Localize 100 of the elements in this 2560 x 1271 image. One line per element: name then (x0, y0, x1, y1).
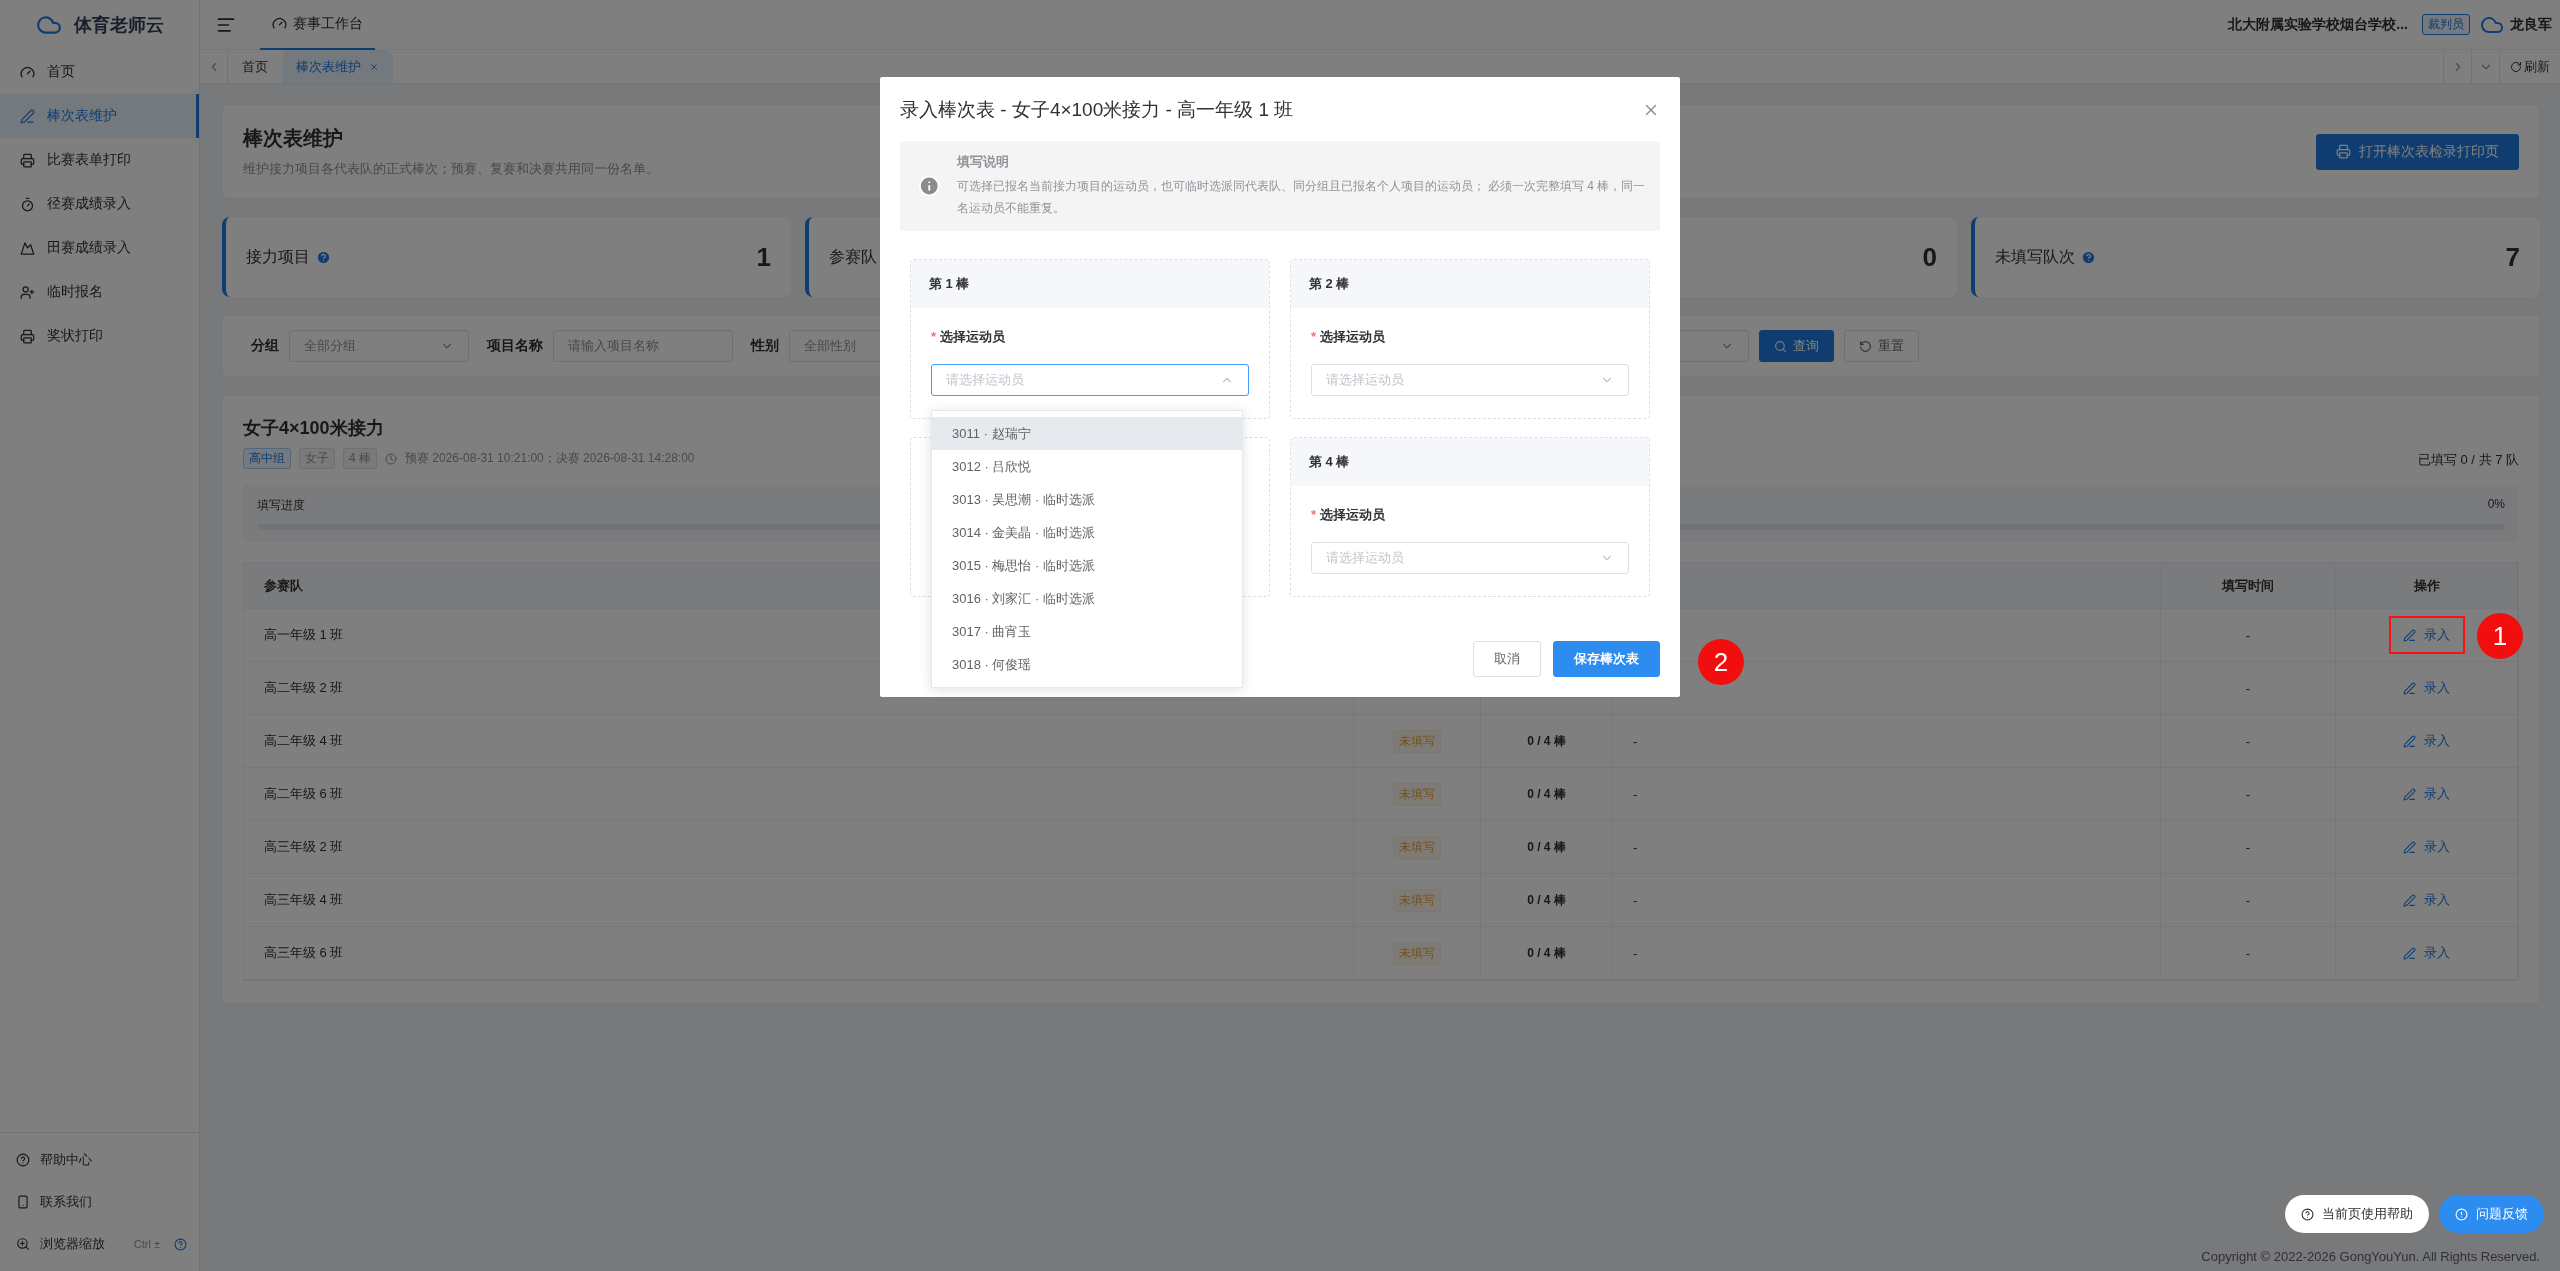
status-tag: 未填写 (1393, 729, 1441, 753)
alert-icon (2455, 1207, 2468, 1221)
cancel-button[interactable]: 取消 (1473, 641, 1541, 677)
enter-link[interactable]: 录入 (2397, 622, 2456, 648)
sidebar-item[interactable]: 径赛成绩录入 (0, 182, 199, 226)
sidebar-link-label: 帮助中心 (40, 1151, 92, 1169)
filter-label: 分组 (251, 337, 279, 355)
search-icon (1774, 339, 1787, 353)
status-tag: 未填写 (1393, 888, 1441, 912)
printer-icon (2336, 144, 2351, 159)
table-cell: 0 / 4 棒 (1527, 785, 1566, 803)
table-cell: - (2245, 945, 2251, 961)
enter-link[interactable]: 录入 (2397, 887, 2456, 913)
table-cell: - (1633, 733, 1638, 749)
mountain-icon (20, 240, 35, 256)
reset-button[interactable]: 重置 (1844, 330, 1919, 362)
enter-link[interactable]: 录入 (2397, 940, 2456, 966)
help-icon[interactable] (2081, 249, 2096, 265)
table-cell: - (1633, 945, 1638, 961)
timer-icon (20, 196, 35, 212)
progress-label: 填写进度 (257, 497, 305, 514)
table-cell: 0 / 4 棒 (1527, 838, 1566, 856)
pen-icon (2403, 946, 2416, 960)
table-cell: - (2245, 627, 2251, 643)
brand-name: 体育老师云 (73, 14, 164, 37)
help-icon[interactable] (316, 249, 331, 265)
table-cell: 0 / 4 棒 (1527, 944, 1566, 962)
table-cell: - (2245, 892, 2251, 908)
clock-icon (385, 452, 397, 465)
user-name[interactable]: 龙良军 (2510, 15, 2552, 34)
search-button[interactable]: 查询 (1759, 330, 1834, 362)
column-header: 操作 (2336, 563, 2518, 609)
page-title: 棒次表维护 (243, 126, 344, 151)
help-icon (16, 1153, 30, 1167)
dashboard-icon (20, 64, 35, 80)
refresh-button[interactable]: 刷新 (2499, 50, 2560, 83)
notice-title: 填写说明 (956, 153, 1010, 171)
stat-label: 参赛队 (829, 246, 877, 267)
sidebar-item[interactable]: 田赛成绩录入 (0, 226, 199, 270)
sidebar-link[interactable]: 帮助中心 (0, 1139, 199, 1181)
sidebar-item[interactable]: 比赛表单打印 (0, 138, 199, 182)
stat-value: 7 (2505, 241, 2520, 273)
sidebar-link[interactable]: 联系我们 (0, 1181, 199, 1223)
sidebar-item[interactable]: 奖状打印 (0, 314, 199, 358)
pen-icon (2403, 681, 2416, 695)
stat-label: 未填写队次 (1995, 246, 2075, 267)
dropdown-option[interactable]: 3011 · 赵瑞宁 (932, 417, 1242, 450)
event-title: 女子4×100米接力 (243, 417, 385, 440)
sidebar-link-label: 联系我们 (40, 1193, 92, 1211)
dropdown-option[interactable]: 3012 · 吕欣悦 (932, 450, 1242, 483)
help-icon (174, 1237, 187, 1251)
dropdown-option[interactable]: 3016 · 刘家汇 · 临时选派 (932, 582, 1242, 615)
table-cell: - (1633, 892, 1638, 908)
enter-link[interactable]: 录入 (2397, 781, 2456, 807)
copyright: Copyright © 2022-2026 GongYouYun. All Rights Reserved. (2200, 1247, 2541, 1266)
table-cell: - (1633, 786, 1638, 802)
refresh-icon (2510, 60, 2522, 73)
enter-link[interactable]: 录入 (2397, 728, 2456, 754)
dashboard-icon (272, 16, 287, 31)
column-header: 填写时间 (2161, 563, 2336, 609)
sidebar-item[interactable]: 首页 (0, 50, 199, 94)
save-button[interactable]: 保存棒次表 (1553, 641, 1660, 677)
table-cell: 高三年级 6 班 (244, 927, 1354, 980)
feedback-button[interactable]: 问题反馈 (2439, 1195, 2544, 1233)
leg-title: 第 2 棒 (1309, 275, 1350, 293)
pen-icon (2403, 840, 2416, 854)
field-label: * 选择运动员 (1311, 506, 1387, 524)
pen-icon (20, 108, 35, 124)
enter-link[interactable]: 录入 (2397, 834, 2456, 860)
sidebar-link-label: 浏览器缩放 (40, 1235, 105, 1253)
page-tab[interactable]: 首页 (228, 50, 282, 83)
field-label: * 选择运动员 (1311, 328, 1387, 346)
table-cell: 0 / 4 棒 (1527, 732, 1566, 750)
info-icon (918, 173, 941, 199)
table-cell: 高三年级 2 班 (244, 821, 1354, 874)
filter-label: 性别 (751, 337, 779, 355)
sidebar-item[interactable]: 棒次表维护 (0, 94, 199, 138)
page-help-button[interactable]: 当前页使用帮助 (2285, 1195, 2429, 1233)
enter-link[interactable]: 录入 (2397, 675, 2456, 701)
close-icon[interactable] (369, 61, 379, 72)
print-button[interactable]: 打开棒次表检录打印页 (2316, 133, 2519, 170)
fill-summary: 已填写 0 / 共 7 队 (2417, 451, 2519, 469)
dropdown-option[interactable]: 3017 · 曲宵玉 (932, 615, 1242, 648)
step-marker: 1 (2477, 613, 2523, 659)
sidebar-item[interactable]: 临时报名 (0, 270, 199, 314)
school-name: 北大附属实验学校烟台学校... (2228, 15, 2408, 34)
dropdown-option[interactable]: 3015 · 梅思怡 · 临时选派 (932, 549, 1242, 582)
dropdown-option[interactable]: 3018 · 何俊瑶 (932, 648, 1242, 681)
zoom-icon (16, 1237, 30, 1251)
page-tab[interactable]: 棒次表维护 (282, 50, 393, 83)
leg-title: 第 1 棒 (929, 275, 970, 293)
printer-icon (20, 328, 35, 344)
table-cell: 高二年级 6 班 (244, 768, 1354, 821)
dialog-title: 录入棒次表 - 女子4×100米接力 - 高一年级 1 班 (900, 98, 1294, 122)
dropdown-option[interactable]: 3014 · 金美晶 · 临时选派 (932, 516, 1242, 549)
status-tag: 未填写 (1393, 835, 1441, 859)
table-cell: - (2245, 680, 2251, 696)
role-badge: 裁判员 (2422, 14, 2470, 35)
table-cell: 0 / 4 棒 (1527, 891, 1566, 909)
dropdown-option[interactable]: 3013 · 吴思潮 · 临时选派 (932, 483, 1242, 516)
